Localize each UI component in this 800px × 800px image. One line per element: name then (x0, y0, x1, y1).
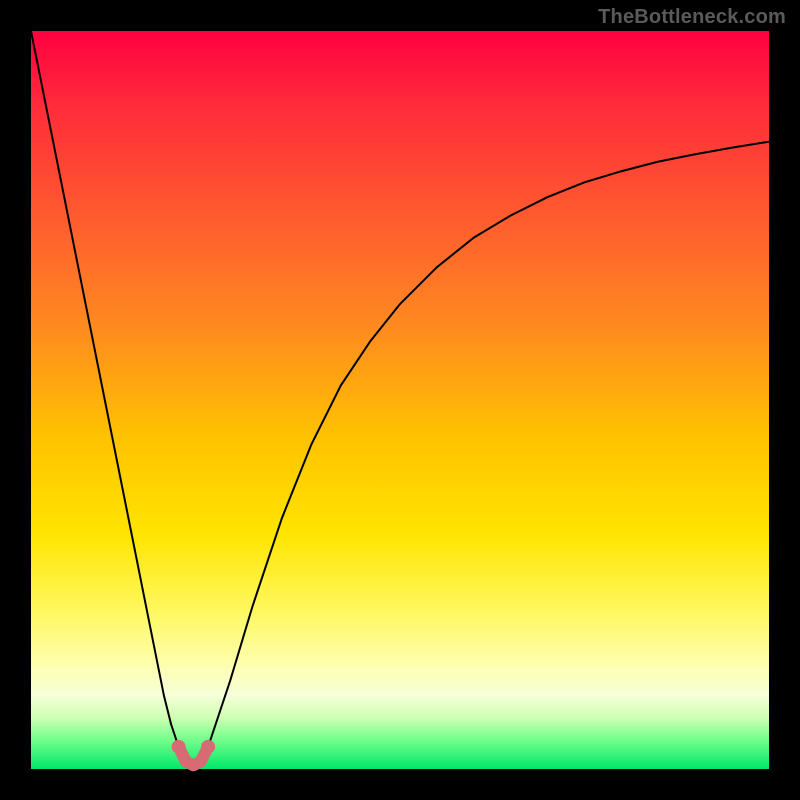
bottleneck-curve (31, 31, 769, 765)
chart-svg (31, 31, 769, 769)
chart-frame: TheBottleneck.com (0, 0, 800, 800)
watermark-text: TheBottleneck.com (598, 6, 786, 29)
optimal-range-endpoints (172, 740, 216, 754)
plot-area (31, 31, 769, 769)
marker-endpoint (201, 740, 215, 754)
marker-endpoint (172, 740, 186, 754)
